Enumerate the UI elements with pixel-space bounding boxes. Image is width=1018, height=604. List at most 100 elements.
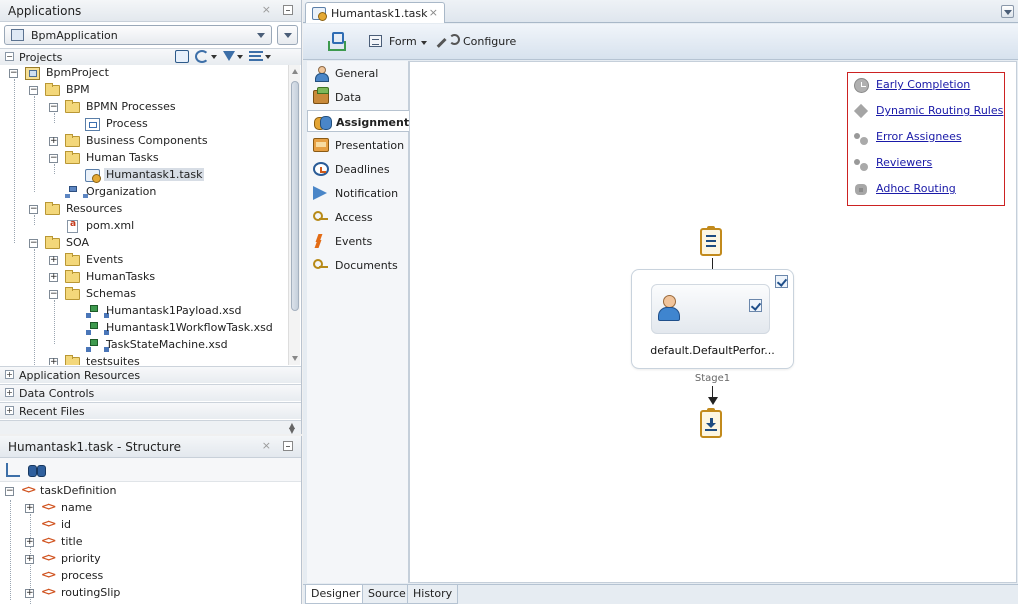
projects-section-header[interactable]: − Projects [0, 48, 301, 65]
human-task-icon [312, 7, 327, 21]
expand-icon[interactable]: + [49, 256, 58, 265]
tab-designer[interactable]: Designer [305, 585, 367, 604]
expand-icon[interactable]: + [25, 504, 34, 513]
expand-icon[interactable]: + [5, 370, 14, 379]
extension-icon[interactable] [328, 32, 346, 51]
expand-icon[interactable]: + [49, 273, 58, 282]
nav-deadlines[interactable]: Deadlines [307, 158, 409, 180]
nav-presentation[interactable]: Presentation [307, 134, 409, 156]
structure-minimize-icon[interactable] [283, 441, 293, 451]
expand-icon[interactable]: + [49, 137, 58, 146]
tree-item-label: Humantask1.task [104, 168, 205, 181]
nav-general[interactable]: General [307, 62, 409, 84]
tab-history[interactable]: History [407, 585, 459, 604]
list-options-icon[interactable] [249, 51, 263, 61]
people-icon [854, 156, 869, 171]
folder-icon [65, 134, 80, 147]
tree-item-label: Humantask1Payload.xsd [106, 304, 242, 317]
task-end-icon[interactable] [700, 408, 722, 438]
scroll-up-icon[interactable] [292, 69, 298, 74]
editor-bottom-tabs: Designer Source History [303, 584, 1018, 604]
data-controls-section[interactable]: + Data Controls [0, 384, 301, 401]
tab-source[interactable]: Source [362, 585, 412, 604]
task-start-icon[interactable] [700, 226, 722, 256]
element-icon [41, 534, 56, 549]
expand-icon[interactable]: + [49, 358, 58, 365]
nav-documents[interactable]: Documents [307, 254, 409, 276]
application-icon [11, 29, 24, 41]
collapse-icon[interactable]: − [29, 86, 38, 95]
panel-splitter[interactable]: ▲ ▼ [0, 420, 301, 434]
human-task-icon [85, 169, 101, 183]
access-icon [313, 210, 329, 224]
applications-minimize-icon[interactable] [283, 5, 293, 15]
structure-item-label: taskDefinition [40, 484, 117, 497]
scroll-down-icon[interactable] [292, 356, 298, 361]
applications-header: Applications × [0, 0, 301, 22]
structure-item-label: priority [61, 552, 101, 565]
folder-icon [65, 287, 80, 300]
collapse-icon[interactable]: − [49, 290, 58, 299]
collapse-icon[interactable]: − [29, 205, 38, 214]
nav-assignment[interactable]: Assignment [307, 110, 409, 132]
tab-list-menu-icon[interactable] [1001, 5, 1014, 18]
application-selector[interactable]: BpmApplication [4, 25, 272, 45]
collapse-icon[interactable]: − [49, 103, 58, 112]
application-resources-section[interactable]: + Application Resources [0, 366, 301, 383]
element-icon [41, 551, 56, 566]
structure-item-label: routingSlip [61, 586, 121, 599]
nav-notification[interactable]: Notification [307, 182, 409, 204]
stage-checkbox[interactable] [775, 275, 788, 288]
stage-label: Stage1 [694, 373, 731, 384]
binoculars-icon[interactable] [28, 463, 46, 477]
xsd-file-icon [86, 339, 109, 352]
tree-item-label: HumanTasks [86, 270, 156, 283]
close-tab-icon[interactable]: × [429, 6, 438, 19]
sync-dropdown-icon[interactable] [211, 55, 217, 59]
applications-close-icon[interactable]: × [262, 3, 271, 16]
participant-block[interactable] [651, 284, 770, 334]
collapse-icon[interactable]: − [5, 487, 14, 496]
expand-icon[interactable]: + [5, 406, 14, 415]
flow-arrow-icon [708, 397, 718, 405]
structure-close-icon[interactable]: × [262, 439, 271, 452]
xsd-file-icon [86, 322, 109, 335]
tree-item-label: pom.xml [86, 219, 135, 232]
collapse-icon[interactable]: − [49, 154, 58, 163]
collapse-icon[interactable]: − [5, 52, 14, 61]
list-dropdown-icon[interactable] [265, 55, 271, 59]
collapse-icon[interactable]: − [29, 239, 38, 248]
expand-icon[interactable]: + [25, 555, 34, 564]
nav-events[interactable]: Events [307, 230, 409, 252]
application-dropdown-icon [257, 33, 265, 38]
filter-dropdown-icon[interactable] [237, 55, 243, 59]
folder-icon [65, 355, 80, 365]
sync-icon[interactable] [195, 50, 209, 63]
participant-checkbox[interactable] [749, 299, 762, 312]
filter-icon[interactable] [223, 51, 235, 61]
editor-toolbar: Form Configure [303, 24, 1018, 60]
expand-icon[interactable]: + [25, 589, 34, 598]
structure-item-label: title [61, 535, 83, 548]
search-icon[interactable] [175, 50, 189, 63]
link-label: Adhoc Routing [876, 182, 956, 195]
expand-icon[interactable]: + [25, 538, 34, 547]
project-tree-scrollbar[interactable] [288, 65, 300, 365]
hierarchy-icon[interactable] [6, 463, 20, 477]
folder-icon [45, 236, 60, 249]
scrollbar-thumb[interactable] [291, 81, 299, 311]
stage-box[interactable]: default.DefaultPerfor... [631, 269, 794, 369]
section-label: Data Controls [19, 387, 95, 400]
nav-data[interactable]: Data [307, 86, 409, 108]
editor-tab-strip: Humantask1.task × [303, 0, 1018, 23]
task-sections-nav: General Data Assignment Presentation Dea… [307, 61, 409, 583]
tree-item-label: testsuites [86, 355, 140, 365]
collapse-icon[interactable]: − [9, 69, 18, 78]
nav-label: Presentation [335, 139, 405, 152]
recent-files-section[interactable]: + Recent Files [0, 402, 301, 419]
nav-access[interactable]: Access [307, 206, 409, 228]
splitter-arrows-icon[interactable]: ▲ ▼ [289, 422, 295, 435]
application-menu-button[interactable] [277, 25, 298, 45]
expand-icon[interactable]: + [5, 388, 14, 397]
editor-tab-humantask1[interactable]: Humantask1.task × [305, 2, 445, 23]
